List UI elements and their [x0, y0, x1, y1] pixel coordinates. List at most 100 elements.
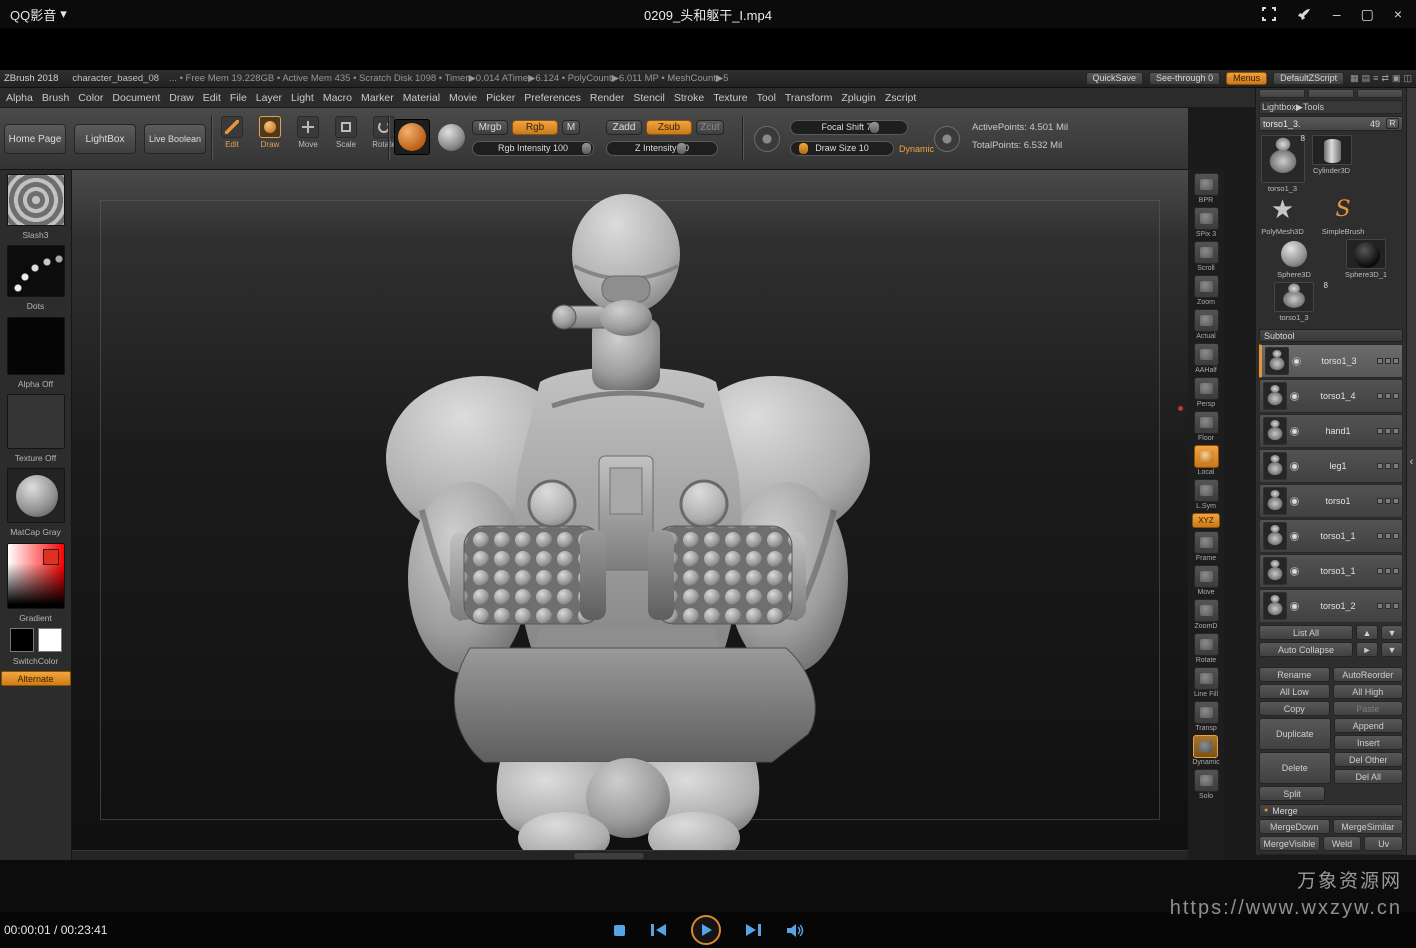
right-shelf-button[interactable]: Line Fill — [1194, 667, 1219, 698]
subtool-thumbnail[interactable] — [1263, 382, 1287, 410]
menu-item[interactable]: Stroke — [674, 92, 704, 104]
tool-thumbnail[interactable] — [1323, 196, 1363, 226]
menu-item[interactable]: Material — [403, 92, 440, 104]
tool-item[interactable]: Cylinder3D — [1309, 135, 1354, 175]
current-brush-thumbnail[interactable] — [394, 119, 430, 155]
tool-thumbnail[interactable] — [1312, 135, 1352, 165]
tool-item[interactable]: Sphere3D_1 — [1332, 239, 1400, 279]
subtool-row-icons[interactable] — [1377, 603, 1399, 609]
tool-item[interactable]: PolyMesh3D — [1260, 196, 1305, 236]
menu-item[interactable]: Texture — [713, 92, 747, 104]
quicksave-button[interactable]: QuickSave — [1086, 72, 1144, 85]
visibility-eye-icon[interactable] — [1290, 567, 1299, 576]
menu-item[interactable]: Zscript — [885, 92, 917, 104]
insert-button[interactable]: Insert — [1334, 735, 1404, 750]
app-menu-button[interactable]: QQ影音 ▾ — [0, 5, 67, 24]
lightbox-button[interactable]: LightBox — [74, 124, 136, 154]
stop-button[interactable] — [613, 924, 626, 937]
restore-config-button[interactable]: R — [1386, 118, 1399, 129]
titlebar-icon[interactable]: ◫ — [1403, 73, 1412, 84]
mode-button[interactable]: Draw — [254, 116, 286, 149]
draw-size-slider[interactable]: Draw Size 10 — [790, 141, 894, 156]
titlebar-icon[interactable]: ▤ — [1362, 73, 1371, 84]
tool-thumbnail[interactable] — [1261, 135, 1305, 183]
rename-button[interactable]: Rename — [1259, 667, 1330, 682]
tray-stub-buttons[interactable] — [1259, 89, 1403, 98]
all-low-button[interactable]: All Low — [1259, 684, 1330, 699]
screenshot-icon[interactable] — [1261, 6, 1277, 22]
volume-button[interactable] — [786, 923, 804, 938]
see-through-slider[interactable]: See-through 0 — [1149, 72, 1220, 85]
subtool-row-icons[interactable] — [1377, 358, 1399, 364]
visibility-eye-icon[interactable] — [1292, 357, 1301, 366]
zsub-button[interactable]: Zsub — [646, 120, 692, 135]
delete-button[interactable]: Delete — [1259, 752, 1331, 784]
tool-thumbnail[interactable] — [1263, 196, 1303, 226]
right-shelf-button[interactable]: Persp — [1194, 377, 1219, 408]
right-shelf-button[interactable]: SPix 3 — [1194, 207, 1219, 238]
right-shelf-button[interactable]: Zoom — [1194, 275, 1219, 306]
mrgb-button[interactable]: Mrgb — [472, 120, 508, 135]
menu-item[interactable]: Layer — [256, 92, 282, 104]
tool-item[interactable]: 8 torso1_3 — [1260, 282, 1328, 322]
visibility-eye-icon[interactable] — [1290, 462, 1299, 471]
subtool-row[interactable]: torso1_3 — [1259, 344, 1403, 378]
right-shelf-button[interactable]: BPR — [1194, 173, 1219, 204]
close-button[interactable]: × — [1394, 7, 1402, 21]
subtool-row[interactable]: hand1 — [1259, 414, 1403, 448]
rgb-intensity-slider[interactable]: Rgb Intensity 100 — [472, 141, 594, 156]
alternate-button[interactable]: Alternate — [1, 671, 71, 686]
all-high-button[interactable]: All High — [1333, 684, 1404, 699]
menus-button[interactable]: Menus — [1226, 72, 1267, 85]
rgb-button[interactable]: Rgb — [512, 120, 558, 135]
right-shelf-button[interactable]: L.Sym — [1194, 479, 1219, 510]
menu-item[interactable]: Stencil — [633, 92, 665, 104]
right-shelf-button[interactable]: Frame — [1194, 531, 1219, 562]
zadd-button[interactable]: Zadd — [606, 120, 642, 135]
dynamic-label[interactable]: Dynamic — [899, 144, 934, 154]
right-shelf-button[interactable]: Local — [1194, 445, 1219, 476]
default-zscript-button[interactable]: DefaultZScript — [1273, 72, 1344, 85]
visibility-eye-icon[interactable] — [1290, 392, 1299, 401]
mode-button[interactable]: Edit — [216, 116, 248, 149]
right-shelf-button[interactable]: AAHalf — [1194, 343, 1219, 374]
subtool-header[interactable]: Subtool — [1259, 329, 1403, 342]
plugin-rocket-icon[interactable] — [1297, 6, 1313, 22]
subtool-row-icons[interactable] — [1377, 463, 1399, 469]
menu-item[interactable]: Brush — [42, 92, 69, 104]
tool-item[interactable]: SimpleBrush — [1309, 196, 1377, 236]
hscroll-handle[interactable] — [574, 853, 644, 859]
titlebar-icon[interactable]: ≡ — [1373, 73, 1378, 84]
copy-button[interactable]: Copy — [1259, 701, 1330, 716]
merge-visible-button[interactable]: MergeVisible — [1259, 836, 1320, 851]
canvas-hscrollbar[interactable] — [72, 850, 1188, 860]
subtool-row[interactable]: torso1 — [1259, 484, 1403, 518]
subtool-thumbnail[interactable] — [1263, 557, 1287, 585]
home-page-button[interactable]: Home Page — [4, 124, 66, 154]
list-all-button[interactable]: List All — [1259, 625, 1353, 640]
material-selector[interactable] — [7, 468, 65, 523]
maximize-button[interactable]: ▢ — [1361, 7, 1374, 21]
minimize-button[interactable]: – — [1333, 7, 1341, 21]
subtool-row-icons[interactable] — [1377, 393, 1399, 399]
m-button[interactable]: M — [562, 120, 580, 135]
tool-item[interactable]: Sphere3D — [1260, 239, 1328, 279]
color-picker[interactable] — [7, 543, 65, 609]
stroke-preview-icon[interactable] — [934, 126, 960, 152]
uv-button[interactable]: Uv — [1364, 836, 1403, 851]
menu-item[interactable]: Movie — [449, 92, 477, 104]
panel-scrollbar[interactable]: ‹ — [1406, 88, 1416, 855]
menu-item[interactable]: Transform — [785, 92, 832, 104]
menu-item[interactable]: Preferences — [524, 92, 581, 104]
subtool-thumbnail[interactable] — [1263, 522, 1287, 550]
merge-section-header[interactable]: ● Merge — [1259, 804, 1403, 817]
panel-collapse-handle[interactable]: ‹ — [1410, 456, 1414, 468]
subtool-row-icons[interactable] — [1377, 498, 1399, 504]
subtool-row-icons[interactable] — [1377, 428, 1399, 434]
lightbox-tools-row[interactable]: Lightbox▶Tools — [1259, 100, 1403, 114]
right-shelf-button[interactable]: Scroll — [1194, 241, 1219, 272]
tool-item[interactable]: 8 torso1_3 — [1260, 135, 1305, 193]
right-shelf-button[interactable]: Rotate — [1194, 633, 1219, 664]
paste-button[interactable]: Paste — [1333, 701, 1404, 716]
secondary-color-swatch[interactable] — [38, 628, 62, 652]
